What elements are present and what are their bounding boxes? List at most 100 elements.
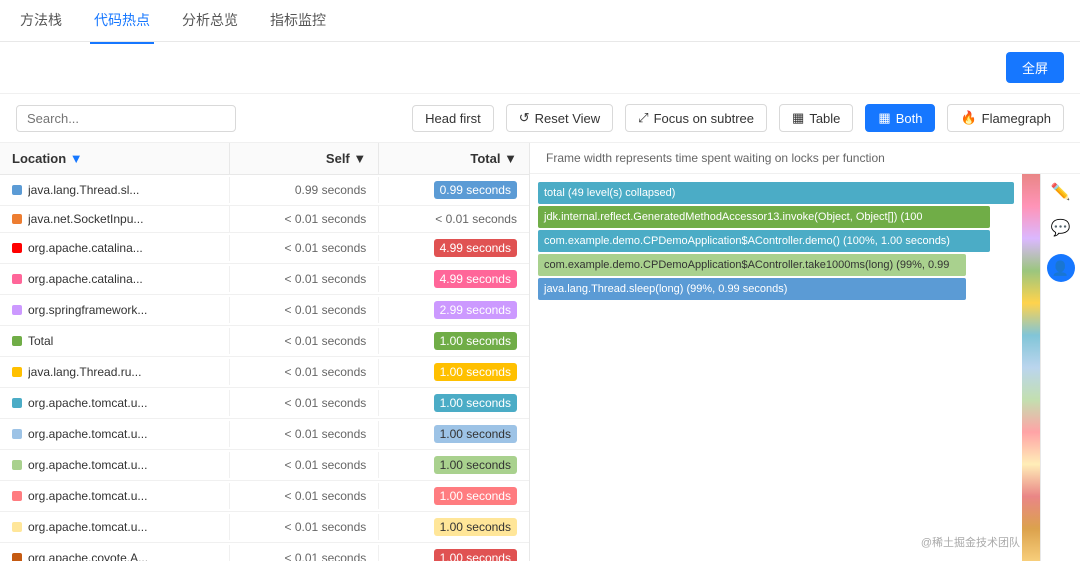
cell-self-6: < 0.01 seconds [230,359,380,385]
cell-total-3: 4.99 seconds [379,264,529,294]
dot-6 [12,367,22,377]
right-sidebar: ✏️ 💬 👤 [1040,174,1080,561]
flame-block-0[interactable]: total (49 level(s) collapsed) [538,182,1014,204]
cell-self-5: < 0.01 seconds [230,328,380,354]
table-row[interactable]: java.lang.Thread.ru... < 0.01 seconds 1.… [0,357,529,388]
cell-total-4: 2.99 seconds [379,295,529,325]
right-panel: Frame width represents time spent waitin… [530,143,1080,561]
dot-1 [12,214,22,224]
nav-item-metrics[interactable]: 指标监控 [266,0,330,44]
dot-5 [12,336,22,346]
cell-location-8: org.apache.tomcat.u... [0,421,230,447]
nav-item-analysis[interactable]: 分析总览 [178,0,242,44]
toolbar: 全屏 [0,42,1080,94]
location-text-4: org.springframework... [28,303,147,317]
cell-location-12: org.apache.coyote.A... [0,545,230,561]
cell-location-9: org.apache.tomcat.u... [0,452,230,478]
table-row[interactable]: org.apache.catalina... < 0.01 seconds 4.… [0,233,529,264]
cell-location-10: org.apache.tomcat.u... [0,483,230,509]
table-row[interactable]: org.apache.coyote.A... < 0.01 seconds 1.… [0,543,529,561]
watermark: @稀土掘金技术团队 [921,534,1020,550]
sort-icon-total: ▼ [504,151,517,166]
user-icon[interactable]: 👤 [1047,254,1075,282]
reset-view-button[interactable]: ↺ Reset View [506,104,613,132]
cell-location-5: Total [0,328,230,354]
cell-self-12: < 0.01 seconds [230,545,380,561]
table-row[interactable]: org.apache.tomcat.u... < 0.01 seconds 1.… [0,419,529,450]
table-body: java.lang.Thread.sl... 0.99 seconds 0.99… [0,175,529,561]
edit-icon[interactable]: ✏️ [1051,182,1071,202]
cell-self-1: < 0.01 seconds [230,206,380,232]
flame-row: com.example.demo.CPDemoApplication$ACont… [538,254,1014,276]
table-row[interactable]: org.apache.catalina... < 0.01 seconds 4.… [0,264,529,295]
table-row[interactable]: java.lang.Thread.sl... 0.99 seconds 0.99… [0,175,529,206]
main-content: Location ▼ Self ▼ Total ▼ java.lang.Thre… [0,143,1080,561]
table-icon: ▦ [792,110,804,126]
col-header-total[interactable]: Total ▼ [379,143,529,174]
focus-subtree-button[interactable]: ⤢ Focus on subtree [625,104,767,132]
col-header-location[interactable]: Location ▼ [0,143,230,174]
location-text-10: org.apache.tomcat.u... [28,489,147,503]
cell-total-8: 1.00 seconds [379,419,529,449]
table-row[interactable]: org.apache.tomcat.u... < 0.01 seconds 1.… [0,388,529,419]
cell-total-11: 1.00 seconds [379,512,529,542]
dot-11 [12,522,22,532]
table-button[interactable]: ▦ Table [779,104,853,132]
table-header: Location ▼ Self ▼ Total ▼ [0,143,529,175]
cell-self-10: < 0.01 seconds [230,483,380,509]
cell-self-2: < 0.01 seconds [230,235,380,261]
cell-self-8: < 0.01 seconds [230,421,380,447]
table-row[interactable]: org.apache.tomcat.u... < 0.01 seconds 1.… [0,481,529,512]
comment-icon[interactable]: 💬 [1051,218,1071,238]
table-row[interactable]: Total < 0.01 seconds 1.00 seconds [0,326,529,357]
table-row[interactable]: org.apache.tomcat.u... < 0.01 seconds 1.… [0,450,529,481]
cell-total-7: 1.00 seconds [379,388,529,418]
flame-block-1[interactable]: jdk.internal.reflect.GeneratedMethodAcce… [538,206,990,228]
cell-location-0: java.lang.Thread.sl... [0,177,230,203]
flame-row: jdk.internal.reflect.GeneratedMethodAcce… [538,206,1014,228]
cell-self-9: < 0.01 seconds [230,452,380,478]
dot-7 [12,398,22,408]
sort-icon: ▼ [70,151,83,166]
location-text-6: java.lang.Thread.ru... [28,365,141,379]
nav-item-hotspot[interactable]: 代码热点 [90,0,154,44]
dot-9 [12,460,22,470]
cell-total-9: 1.00 seconds [379,450,529,480]
left-panel: Location ▼ Self ▼ Total ▼ java.lang.Thre… [0,143,530,561]
both-button[interactable]: ▦ Both [865,104,935,132]
location-text-9: org.apache.tomcat.u... [28,458,147,472]
waterfall-bar [1022,174,1040,561]
cell-self-3: < 0.01 seconds [230,266,380,292]
table-row[interactable]: org.apache.tomcat.u... < 0.01 seconds 1.… [0,512,529,543]
location-text-1: java.net.SocketInpu... [28,212,143,226]
location-text-2: org.apache.catalina... [28,241,143,255]
cell-location-1: java.net.SocketInpu... [0,206,230,232]
dot-10 [12,491,22,501]
nav-item-methods[interactable]: 方法栈 [16,0,66,44]
flame-block-2[interactable]: com.example.demo.CPDemoApplication$ACont… [538,230,990,252]
flame-row: com.example.demo.CPDemoApplication$ACont… [538,230,1014,252]
flame-block-4[interactable]: java.lang.Thread.sleep(long) (99%, 0.99 … [538,278,966,300]
col-header-self[interactable]: Self ▼ [230,143,380,174]
flamegraph-content: total (49 level(s) collapsed)jdk.interna… [530,174,1022,561]
reset-icon: ↺ [519,110,530,126]
flamegraph-button[interactable]: 🔥 Flamegraph [947,104,1064,132]
table-row[interactable]: java.net.SocketInpu... < 0.01 seconds < … [0,206,529,233]
location-text-7: org.apache.tomcat.u... [28,396,147,410]
fullscreen-button[interactable]: 全屏 [1006,52,1064,83]
location-text-11: org.apache.tomcat.u... [28,520,147,534]
location-text-0: java.lang.Thread.sl... [28,183,139,197]
cell-total-12: 1.00 seconds [379,543,529,561]
sort-icon-self: ▼ [353,151,366,166]
search-input[interactable] [16,105,236,132]
location-text-12: org.apache.coyote.A... [28,551,148,561]
focus-icon: ⤢ [638,110,648,126]
cell-self-4: < 0.01 seconds [230,297,380,323]
dot-2 [12,243,22,253]
flame-row: java.lang.Thread.sleep(long) (99%, 0.99 … [538,278,1014,300]
table-row[interactable]: org.springframework... < 0.01 seconds 2.… [0,295,529,326]
cell-total-2: 4.99 seconds [379,233,529,263]
cell-self-0: 0.99 seconds [230,177,380,203]
head-first-button[interactable]: Head first [412,105,494,132]
flame-block-3[interactable]: com.example.demo.CPDemoApplication$ACont… [538,254,966,276]
